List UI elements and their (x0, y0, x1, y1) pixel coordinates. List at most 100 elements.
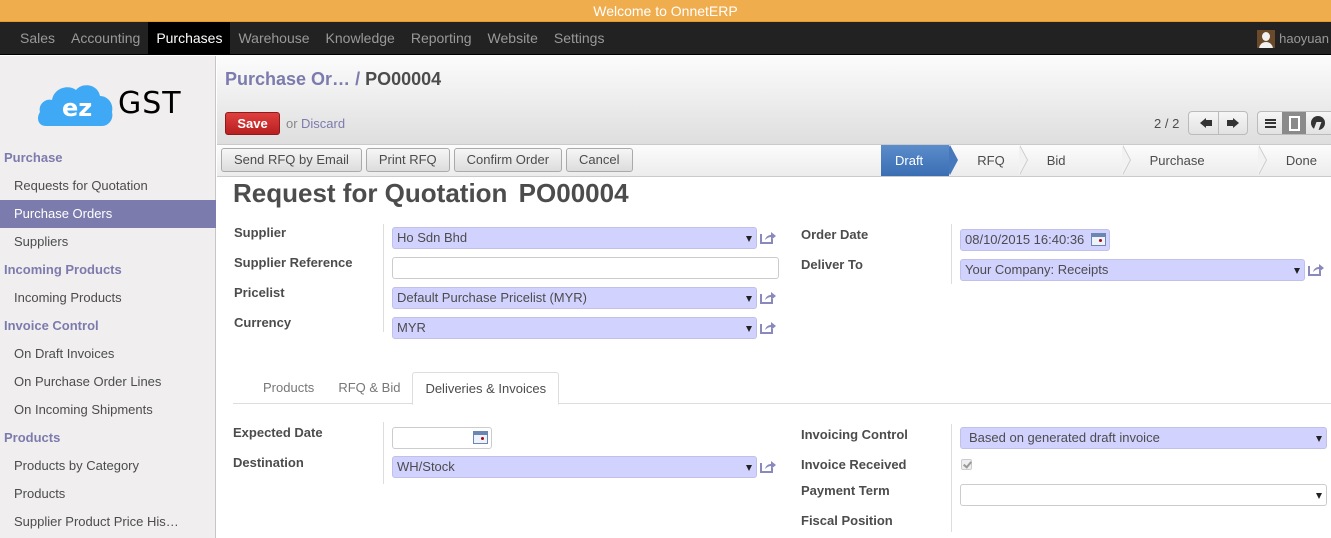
discard-link[interactable]: Discard (301, 116, 345, 131)
order-date-field[interactable]: 08/10/2015 16:40:36 (960, 229, 1110, 251)
payment-term-label: Payment Term (801, 483, 890, 498)
menu-sales[interactable]: Sales (12, 22, 63, 55)
currency-field[interactable]: MYR (392, 317, 757, 339)
cancel-button[interactable]: Cancel (566, 148, 633, 172)
send-rfq-email-button[interactable]: Send RFQ by Email (221, 148, 362, 172)
title-text: Request for Quotation (233, 178, 508, 208)
graph-view-button[interactable] (1306, 112, 1330, 134)
expected-date-label: Expected Date (233, 425, 323, 440)
pricelist-label: Pricelist (234, 285, 285, 300)
sidebar-item-on-purchase-order-lines[interactable]: On Purchase Order Lines (0, 368, 216, 396)
main-menu-bar: Sales Accounting Purchases Warehouse Kno… (0, 22, 1331, 55)
page-title: Request for Quotation PO00004 (233, 178, 629, 209)
calendar-icon[interactable] (1091, 233, 1106, 246)
logo-text: GST (118, 86, 182, 121)
sidebar-section-products: Products (4, 430, 61, 445)
external-link-icon[interactable] (760, 460, 776, 473)
destination-label: Destination (233, 455, 304, 470)
pager-counter: 2 / 2 (1154, 116, 1180, 131)
dropdown-caret-icon (746, 296, 752, 302)
field-divider (383, 422, 384, 484)
tab-products[interactable]: Products (251, 372, 326, 404)
external-link-icon[interactable] (760, 321, 776, 334)
sidebar-item-requests-for-quotation[interactable]: Requests for Quotation (0, 172, 216, 200)
field-divider (951, 424, 952, 532)
tab-deliveries-invoices[interactable]: Deliveries & Invoices (412, 372, 560, 405)
menu-warehouse[interactable]: Warehouse (230, 22, 317, 55)
supplier-value: Ho Sdn Bhd (397, 230, 468, 245)
menu-reporting[interactable]: Reporting (403, 22, 480, 55)
dropdown-caret-icon (746, 236, 752, 242)
notebook-tabs: Products RFQ & Bid Deliveries & Invoices (233, 372, 1331, 405)
stage-rfq[interactable]: RFQ (949, 145, 1029, 176)
sidebar-section-incoming-products: Incoming Products (4, 262, 122, 277)
user-menu[interactable]: haoyuan (1257, 22, 1329, 55)
pager-next-button[interactable] (1217, 112, 1248, 134)
title-number: PO00004 (518, 178, 629, 208)
sidebar: ez GST Purchase Requests for Quotation P… (0, 56, 216, 538)
currency-value: MYR (397, 320, 426, 335)
sidebar-item-suppliers[interactable]: Suppliers (0, 228, 216, 256)
sidebar-item-supplier-price-history[interactable]: Supplier Product Price His… (0, 508, 216, 536)
sidebar-item-products[interactable]: Products (0, 480, 216, 508)
stage-draft-po[interactable]: Draft PO (881, 145, 959, 199)
currency-label: Currency (234, 315, 292, 330)
supplier-reference-input[interactable] (392, 257, 779, 279)
sidebar-section-purchase: Purchase (4, 150, 63, 165)
list-icon (1264, 118, 1276, 128)
invoicing-control-select[interactable]: Based on generated draft invoice (960, 427, 1327, 449)
stage-bid-received[interactable]: Bid Received (1019, 145, 1131, 199)
stage-purchase-confirmed[interactable]: Purchase Confirmed (1122, 145, 1268, 199)
deliver-to-field[interactable]: Your Company: Receipts (960, 259, 1305, 281)
confirm-order-button[interactable]: Confirm Order (453, 148, 563, 172)
breadcrumb-parent[interactable]: Purchase Or… (225, 69, 350, 89)
stage-done[interactable]: Done (1258, 145, 1331, 176)
form-view-button[interactable] (1282, 112, 1306, 134)
menu-settings[interactable]: Settings (546, 22, 613, 55)
save-button[interactable]: Save (225, 112, 280, 135)
order-date-label: Order Date (801, 227, 869, 242)
print-rfq-button[interactable]: Print RFQ (365, 148, 450, 172)
status-stages: Draft PO RFQ Bid Received Purchase Confi… (881, 145, 1331, 199)
menu-purchases[interactable]: Purchases (148, 22, 231, 55)
external-link-icon[interactable] (760, 231, 776, 244)
menu-accounting[interactable]: Accounting (63, 22, 148, 55)
expected-date-input[interactable] (392, 427, 492, 449)
sidebar-item-on-draft-invoices[interactable]: On Draft Invoices (0, 340, 216, 368)
field-divider (951, 224, 952, 284)
dropdown-caret-icon (746, 326, 752, 332)
sidebar-item-incoming-products[interactable]: Incoming Products (0, 284, 216, 312)
fiscal-position-label: Fiscal Position (801, 513, 893, 528)
arrow-right-icon (1226, 118, 1239, 128)
sidebar-item-purchase-orders[interactable]: Purchase Orders (0, 200, 216, 228)
action-buttons: Send RFQ by Email Print RFQ Confirm Orde… (221, 148, 633, 172)
invoice-received-checkbox (961, 459, 972, 470)
payment-term-select[interactable] (960, 484, 1327, 506)
pager-buttons (1188, 111, 1248, 135)
company-logo: ez GST (36, 76, 186, 128)
breadcrumb-current: PO00004 (365, 69, 442, 89)
destination-value: WH/Stock (397, 459, 455, 474)
dropdown-caret-icon (1316, 493, 1322, 499)
field-divider (383, 224, 384, 332)
destination-field[interactable]: WH/Stock (392, 456, 757, 478)
menu-knowledge[interactable]: Knowledge (318, 22, 403, 55)
external-link-icon[interactable] (1308, 263, 1324, 276)
pricelist-value: Default Purchase Pricelist (MYR) (397, 290, 587, 305)
form-icon (1288, 115, 1300, 131)
sidebar-item-on-incoming-shipments[interactable]: On Incoming Shipments (0, 396, 216, 424)
avatar (1257, 29, 1276, 48)
external-link-icon[interactable] (760, 291, 776, 304)
pricelist-field[interactable]: Default Purchase Pricelist (MYR) (392, 287, 757, 309)
pager-previous-button[interactable] (1189, 112, 1218, 134)
dropdown-caret-icon (1316, 436, 1322, 442)
calendar-icon[interactable] (473, 431, 488, 444)
cloud-logo-icon: ez (38, 85, 113, 126)
deliver-to-value: Your Company: Receipts (965, 262, 1109, 277)
sidebar-item-products-by-category[interactable]: Products by Category (0, 452, 216, 480)
tab-rfq-bid[interactable]: RFQ & Bid (326, 372, 412, 404)
invoicing-control-value: Based on generated draft invoice (969, 430, 1160, 445)
list-view-button[interactable] (1258, 112, 1282, 134)
menu-website[interactable]: Website (480, 22, 546, 55)
supplier-field[interactable]: Ho Sdn Bhd (392, 227, 757, 249)
